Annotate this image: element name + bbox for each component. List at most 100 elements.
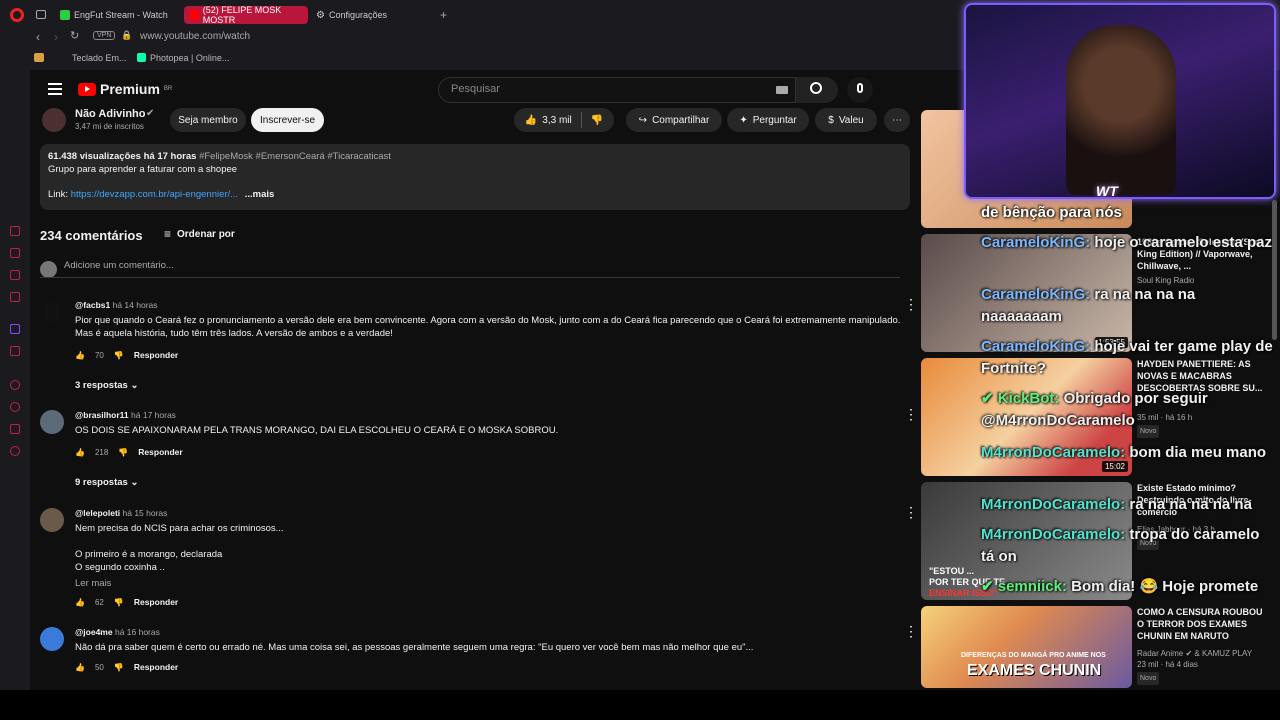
bookmark-photopea[interactable]: Photopea | Online... <box>150 53 229 63</box>
comment-text-line: Nem precisa do NCIS para achar os crimin… <box>75 523 284 534</box>
thumb-caption: EXAMES CHUNIN <box>967 662 1102 679</box>
description-link[interactable]: https://devzapp.com.br/api-engennier/... <box>71 189 238 200</box>
comment-time[interactable]: há 17 horas <box>131 410 176 420</box>
clock-icon[interactable] <box>10 402 20 412</box>
forward-icon[interactable]: › <box>54 30 58 44</box>
sidebar-icon-5[interactable] <box>10 346 20 356</box>
sidebar-icon-4[interactable] <box>10 292 20 302</box>
show-more-button[interactable]: ...mais <box>245 189 275 200</box>
sparkle-icon: ✦ <box>739 114 748 126</box>
tab-youtube[interactable]: (52) FELIPE MOSK MOSTR <box>184 5 308 25</box>
photopea-icon <box>137 53 146 62</box>
more-actions-button[interactable]: ⋯ <box>884 108 910 132</box>
share-icon: ↪ <box>638 114 648 126</box>
comment-author[interactable]: @brasilhor11 <box>75 410 129 420</box>
comment-time[interactable]: há 16 horas <box>115 627 160 637</box>
chat-line: CarameloKinG: ra na na na na naaaaaaam <box>981 284 1276 328</box>
vpn-badge[interactable]: VPN <box>93 31 116 40</box>
address-bar: ‹ › ↻ VPN 🔒 www.youtube.com/watch <box>0 28 960 46</box>
comments-count: 234 comentários <box>40 228 143 243</box>
reply-button[interactable]: Responder <box>134 597 178 607</box>
chat-message: hoje o caramelo esta paz <box>1094 234 1272 251</box>
like-icon[interactable]: 👍 <box>75 448 85 457</box>
mic-button[interactable] <box>847 77 873 103</box>
chat-username: semniick: <box>997 578 1067 595</box>
bookmark-teclado[interactable]: Teclado Em... <box>72 53 127 63</box>
comment-author[interactable]: @lelepoleti <box>75 508 120 518</box>
new-tab-button[interactable]: + <box>440 8 447 22</box>
channel-name[interactable]: Não Adivinho <box>75 108 145 120</box>
dislike-icon[interactable]: 👎 <box>114 598 124 607</box>
keyboard-icon[interactable] <box>776 86 788 94</box>
search-icon <box>810 82 822 94</box>
chat-overlay: de bênção para nós CarameloKinG: hoje o … <box>981 200 1280 630</box>
chat-username: CarameloKinG: <box>981 338 1091 355</box>
comment-menu-icon[interactable] <box>904 406 918 423</box>
page-scrollbar[interactable] <box>1272 200 1277 340</box>
replies-toggle[interactable]: 3 respostas ⌄ <box>75 380 138 391</box>
browser-sidebar <box>0 70 30 720</box>
more-icon: ⋯ <box>892 114 902 126</box>
reply-button[interactable]: Responder <box>134 350 178 360</box>
hashtags[interactable]: #FelipeMosk #EmersonCeará #Ticaracaticas… <box>199 151 391 162</box>
opera-logo-icon[interactable] <box>10 8 24 22</box>
description-box[interactable]: 61.438 visualizações há 17 horas #Felipe… <box>40 144 910 210</box>
sort-label: Ordenar por <box>177 228 235 240</box>
comment-author[interactable]: @facbs1 <box>75 300 110 310</box>
search-input[interactable]: Pesquisar <box>438 77 796 103</box>
like-icon[interactable]: 👍 <box>75 663 85 672</box>
youtube-logo[interactable]: Premium BR <box>78 81 172 97</box>
thumb-caption: DIFERENÇAS DO MANGÁ PRO ANIME NOS <box>961 652 1106 659</box>
replies-toggle[interactable]: 9 respostas ⌄ <box>75 477 138 488</box>
reply-button[interactable]: Responder <box>138 447 182 457</box>
play-icon[interactable] <box>10 380 20 390</box>
dislike-icon[interactable]: 👎 <box>591 115 603 126</box>
back-icon[interactable]: ‹ <box>36 30 40 44</box>
comment-text: Pior que quando o Ceará fez o pronunciam… <box>75 315 901 339</box>
like-icon[interactable]: 👍 <box>75 598 85 607</box>
menu-icon[interactable] <box>48 83 62 95</box>
link-label: Link: <box>48 189 69 200</box>
video-channel[interactable]: Radar Anime ✔ & KAMUZ PLAY <box>1137 649 1252 658</box>
url-text[interactable]: www.youtube.com/watch <box>140 31 250 42</box>
sidebar-icon-3[interactable] <box>10 270 20 280</box>
sort-button[interactable]: ≡ Ordenar por <box>164 227 235 241</box>
sidebar-icon-2[interactable] <box>10 248 20 258</box>
add-comment-input[interactable]: Adicione um comentário... <box>40 260 900 278</box>
tab-engfut[interactable]: EngFut Stream - Watch <box>54 6 178 24</box>
reload-icon[interactable]: ↻ <box>70 29 79 42</box>
tabs-icon[interactable] <box>36 10 46 19</box>
tab-settings[interactable]: ⚙ Configurações <box>310 6 410 24</box>
dislike-icon[interactable]: 👎 <box>114 351 124 360</box>
comment-time[interactable]: há 14 horas <box>113 300 158 310</box>
verified-icon: ✔ <box>146 108 155 119</box>
chat-username: M4rronDoCaramelo: <box>981 526 1126 543</box>
settings-icon[interactable] <box>10 446 20 456</box>
ask-button[interactable]: ✦ Perguntar <box>727 108 809 132</box>
comment-menu-icon[interactable] <box>904 296 918 313</box>
twitch-icon[interactable] <box>10 324 20 334</box>
channel-row: Não Adivinho ✔ 3,47 mi de inscritos Seja… <box>30 106 920 140</box>
thanks-button[interactable]: $ Valeu <box>815 108 877 132</box>
lock-icon: 🔒 <box>121 30 133 40</box>
reply-button[interactable]: Responder <box>134 662 178 672</box>
comment-time[interactable]: há 15 horas <box>123 508 168 518</box>
read-more-link[interactable]: Ler mais <box>75 577 910 590</box>
comment-author[interactable]: @joe4me <box>75 627 113 637</box>
like-dislike-group: 👍 3,3 mil 👎 <box>514 108 614 132</box>
comment-menu-icon[interactable] <box>904 504 918 521</box>
subscribe-button[interactable]: Inscrever-se <box>251 108 324 132</box>
search-button[interactable] <box>796 77 838 103</box>
like-icon[interactable]: 👍 <box>75 351 85 360</box>
like-count[interactable]: 3,3 mil <box>542 115 571 126</box>
cube-icon[interactable] <box>10 424 20 434</box>
dislike-icon[interactable]: 👎 <box>118 448 128 457</box>
comment-menu-icon[interactable] <box>904 623 918 640</box>
share-button[interactable]: ↪ Compartilhar <box>626 108 722 132</box>
channel-avatar[interactable] <box>42 108 66 132</box>
join-button[interactable]: Seja membro <box>170 108 246 132</box>
dislike-icon[interactable]: 👎 <box>114 663 124 672</box>
comment-text: Não dá pra saber quem é certo ou errado … <box>75 642 754 653</box>
like-icon[interactable]: 👍 <box>525 115 537 126</box>
sidebar-icon-1[interactable] <box>10 226 20 236</box>
